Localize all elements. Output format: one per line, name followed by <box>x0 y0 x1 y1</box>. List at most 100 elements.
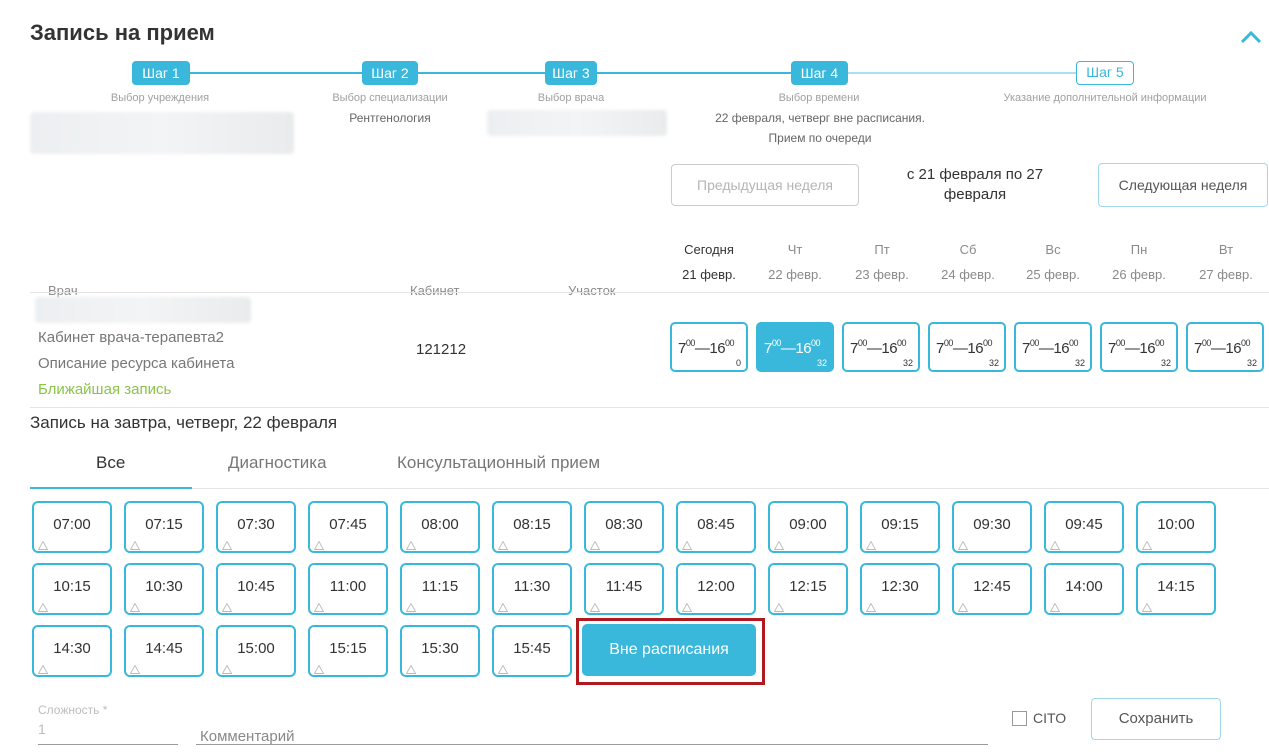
day-weekday: Вс <box>1045 242 1061 257</box>
step-3[interactable]: Шаг 3 <box>545 61 597 85</box>
day-slot[interactable]: 700—1600 32 <box>1014 322 1092 372</box>
next-week-button[interactable]: Следующая неделя <box>1098 163 1268 207</box>
time-slot-button[interactable]: 08:45 <box>676 501 756 553</box>
time-slot-button[interactable]: 14:30 <box>32 625 112 677</box>
warning-icon <box>1142 541 1152 550</box>
time-slot-button[interactable]: 15:00 <box>216 625 296 677</box>
time-value-queue: Прием по очереди <box>768 131 872 145</box>
warning-icon <box>498 665 508 674</box>
day-slot[interactable]: 700—1600 0 <box>670 322 748 372</box>
time-slot-label: 12:45 <box>973 578 1011 595</box>
time-slot-label: 09:15 <box>881 516 919 533</box>
time-slot-button[interactable]: 15:30 <box>400 625 480 677</box>
warning-icon <box>314 665 324 674</box>
time-slot-button[interactable]: 12:00 <box>676 563 756 615</box>
time-slot-button[interactable]: 07:30 <box>216 501 296 553</box>
time-slot-label: 14:45 <box>145 640 183 657</box>
save-button[interactable]: Сохранить <box>1091 698 1221 740</box>
time-slot-button[interactable]: 11:30 <box>492 563 572 615</box>
time-slot-button[interactable]: 09:30 <box>952 501 1032 553</box>
step-4[interactable]: Шаг 4 <box>791 61 848 85</box>
slot-count: 0 <box>735 358 741 368</box>
time-slot-label: 11:45 <box>605 578 643 595</box>
warning-icon <box>498 603 508 612</box>
time-slot-button[interactable]: 11:15 <box>400 563 480 615</box>
day-slot-selected[interactable]: 700—1600 32 <box>756 322 834 372</box>
day-slot[interactable]: 700—1600 32 <box>1186 322 1264 372</box>
step-connector <box>418 72 545 74</box>
tab-all[interactable]: Все <box>96 453 125 473</box>
off-schedule-button[interactable]: Вне расписания <box>582 624 756 676</box>
time-slot-label: 08:30 <box>605 516 643 533</box>
time-slot-button[interactable]: 12:15 <box>768 563 848 615</box>
page-title: Запись на прием <box>30 20 215 45</box>
cito-checkbox[interactable] <box>1012 711 1027 726</box>
time-slot-label: 10:15 <box>53 578 91 595</box>
time-slot-button[interactable]: 10:15 <box>32 563 112 615</box>
warning-icon <box>222 603 232 612</box>
warning-icon <box>406 541 416 550</box>
time-slot-button[interactable]: 08:00 <box>400 501 480 553</box>
cabinet-name: Кабинет врача-терапевта2 <box>38 329 224 346</box>
time-slot-button[interactable]: 09:15 <box>860 501 940 553</box>
time-slot-label: 15:15 <box>329 640 367 657</box>
tab-diagnostics[interactable]: Диагностика <box>228 453 327 473</box>
time-slot-button[interactable]: 11:45 <box>584 563 664 615</box>
warning-icon <box>314 603 324 612</box>
time-slot-button[interactable]: 11:00 <box>308 563 388 615</box>
day-header: Сегодня 21 февр. <box>669 240 749 285</box>
day-header: Пн 26 февр. <box>1099 240 1179 285</box>
time-slot-button[interactable]: 10:00 <box>1136 501 1216 553</box>
time-slot-button[interactable]: 10:30 <box>124 563 204 615</box>
booking-title: Запись на завтра, четверг, 22 февраля <box>30 413 338 432</box>
time-slot-button[interactable]: 07:15 <box>124 501 204 553</box>
column-district: Участок <box>568 283 616 298</box>
step-2[interactable]: Шаг 2 <box>362 61 418 85</box>
warning-icon <box>1142 603 1152 612</box>
warning-icon <box>38 665 48 674</box>
column-cabinet: Кабинет <box>410 283 460 298</box>
tab-consultation[interactable]: Консультационный прием <box>397 453 600 473</box>
step-1[interactable]: Шаг 1 <box>132 61 190 85</box>
time-slot-button[interactable]: 15:15 <box>308 625 388 677</box>
day-slot[interactable]: 700—1600 32 <box>928 322 1006 372</box>
comment-input[interactable]: Комментарий <box>200 728 294 745</box>
step-connector <box>190 72 362 74</box>
time-slot-button[interactable]: 12:30 <box>860 563 940 615</box>
time-slot-label: 10:00 <box>1157 516 1195 533</box>
warning-icon <box>222 665 232 674</box>
time-slot-label: 08:00 <box>421 516 459 533</box>
day-date: 25 февр. <box>1026 267 1080 282</box>
resource-description: Описание ресурса кабинета <box>38 355 235 372</box>
complexity-label: Сложность * <box>38 703 108 717</box>
time-slot-button[interactable]: 08:30 <box>584 501 664 553</box>
step-1-caption: Выбор учреждения <box>110 92 210 104</box>
time-slot-button[interactable]: 14:15 <box>1136 563 1216 615</box>
time-value: 22 февраля, четверг вне расписания. <box>715 111 925 125</box>
day-weekday: Сб <box>959 242 977 257</box>
time-slot-button[interactable]: 07:00 <box>32 501 112 553</box>
time-slot-label: 11:00 <box>329 578 367 595</box>
warning-icon <box>774 603 784 612</box>
day-weekday: Пн <box>1130 242 1148 257</box>
time-slot-button[interactable]: 07:45 <box>308 501 388 553</box>
time-slot-button[interactable]: 14:45 <box>124 625 204 677</box>
time-slot-button[interactable]: 15:45 <box>492 625 572 677</box>
day-slot[interactable]: 700—1600 32 <box>1100 322 1178 372</box>
chevron-up-icon[interactable] <box>1240 30 1262 44</box>
time-slot-label: 10:45 <box>237 578 275 595</box>
time-slot-button[interactable]: 09:00 <box>768 501 848 553</box>
day-slot[interactable]: 700—1600 32 <box>842 322 920 372</box>
step-5[interactable]: Шаг 5 <box>1076 61 1134 85</box>
time-slot-button[interactable]: 12:45 <box>952 563 1032 615</box>
prev-week-button[interactable]: Предыдущая неделя <box>671 164 859 206</box>
time-slot-button[interactable]: 08:15 <box>492 501 572 553</box>
time-slot-button[interactable]: 10:45 <box>216 563 296 615</box>
time-slot-button[interactable]: 09:45 <box>1044 501 1124 553</box>
warning-icon <box>498 541 508 550</box>
time-slot-label: 09:00 <box>789 516 827 533</box>
time-slot-button[interactable]: 14:00 <box>1044 563 1124 615</box>
nearest-booking-link[interactable]: Ближайшая запись <box>38 381 171 398</box>
complexity-input[interactable]: 1 <box>38 721 46 737</box>
step-5-caption: Указание дополнительной информации <box>1003 92 1207 104</box>
